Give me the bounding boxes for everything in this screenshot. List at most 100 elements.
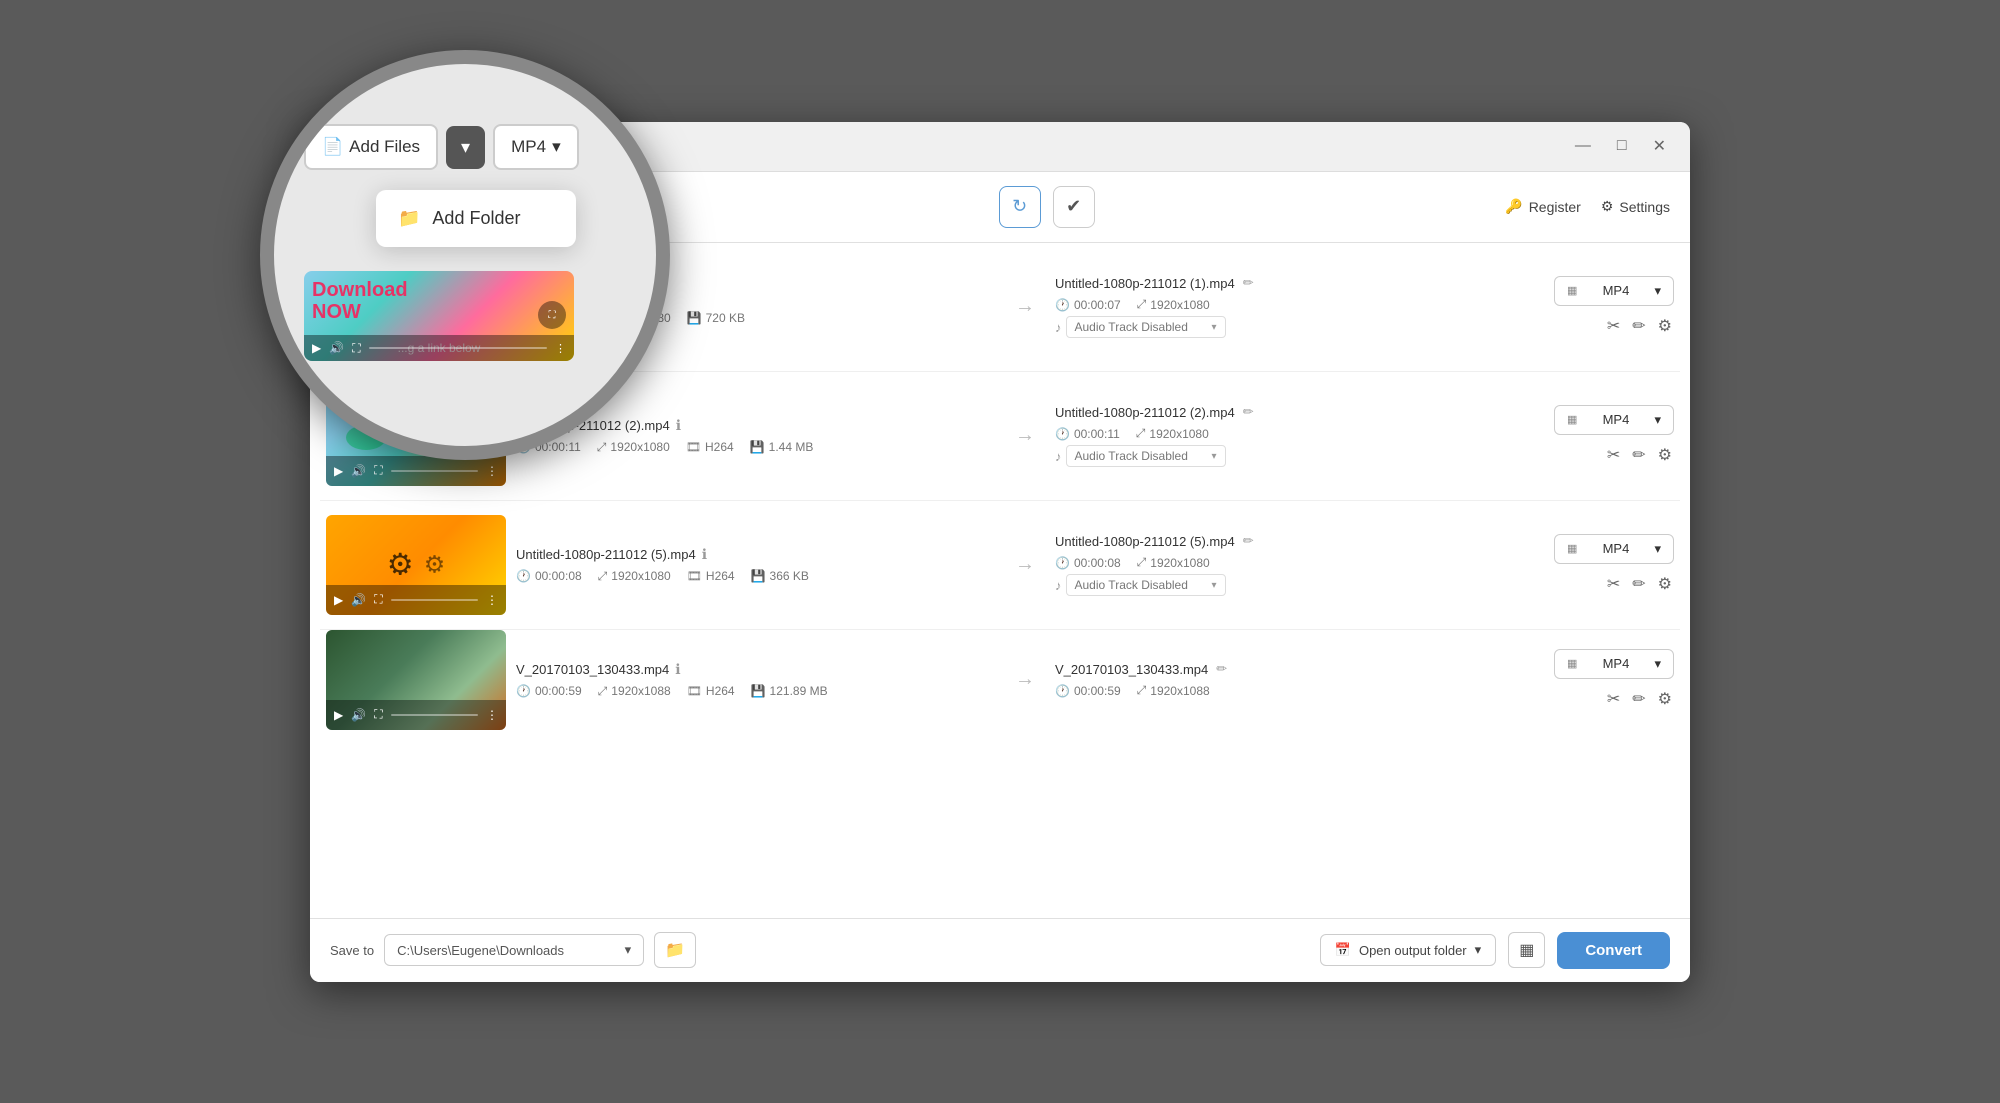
clock-icon: 🕐 — [1055, 298, 1070, 312]
cut-icon-btn[interactable]: ✂ — [1605, 443, 1622, 467]
output-format-btn[interactable]: ▦ MP4 ▾ — [1554, 649, 1674, 679]
check-button[interactable]: ✔ — [1053, 186, 1095, 228]
add-folder-dropdown: 📁 Add Folder — [376, 190, 576, 247]
edit-action-btn[interactable]: ✏ — [1630, 687, 1647, 711]
arrow-col: → — [1005, 553, 1045, 576]
info-icon[interactable]: ℹ — [702, 546, 707, 563]
out-resolution: 1920x1080 — [1150, 556, 1209, 570]
output-folder-arrow: ▾ — [1475, 942, 1482, 958]
format-col: ▦ MP4 ▾ ✂ ✏ ⚙ — [1544, 405, 1674, 467]
file-size: 1.44 MB — [769, 440, 814, 454]
cut-icon-btn[interactable]: ✂ — [1605, 314, 1622, 338]
path-dropdown-arrow: ▾ — [625, 942, 632, 958]
format-label: MP4 — [1603, 412, 1630, 427]
more-icon[interactable]: ⋮ — [486, 708, 498, 722]
play-icon[interactable]: ▶ — [334, 464, 343, 478]
convert-button[interactable]: Convert — [1557, 932, 1670, 969]
cut-icon-btn[interactable]: ✂ — [1605, 572, 1622, 596]
file-size: 121.89 MB — [770, 684, 828, 698]
out-resolution: 1920x1080 — [1149, 427, 1208, 441]
refresh-button[interactable]: ↻ — [999, 186, 1041, 228]
duration: 00:00:59 — [535, 684, 582, 698]
mag-add-files-btn[interactable]: 📄 Add Files — [304, 124, 438, 170]
mag-format-btn[interactable]: MP4 ▾ — [493, 124, 579, 170]
settings-button[interactable]: ⚙ Settings — [1601, 198, 1670, 215]
titlebar-controls: — □ ✕ — [1567, 132, 1674, 160]
format-label: MP4 — [1603, 541, 1630, 556]
minimize-btn[interactable]: — — [1567, 132, 1599, 160]
folder-icon: 📁 — [398, 208, 420, 229]
open-output-folder-button[interactable]: 📅 Open output folder ▾ — [1320, 934, 1496, 966]
check-icon: ✔ — [1066, 196, 1081, 217]
edit-icon[interactable]: ✏ — [1216, 661, 1227, 677]
edit-icon[interactable]: ✏ — [1243, 275, 1254, 291]
settings-action-btn[interactable]: ⚙ — [1656, 443, 1674, 467]
arrow-col: → — [1005, 668, 1045, 691]
edit-action-btn[interactable]: ✏ — [1630, 443, 1647, 467]
chevron-down-icon: ▾ — [1211, 451, 1216, 462]
file-size: 720 KB — [706, 311, 745, 325]
settings-action-btn[interactable]: ⚙ — [1656, 687, 1674, 711]
info-icon[interactable]: ℹ — [676, 417, 681, 434]
magnifier-circle: 📄 Add Files ▾ MP4 ▾ 📁 Add Folder — [260, 50, 670, 460]
source-info: ...d-1080p-211012 (2).mp4 ℹ 🕐 00:00:11 ⤢… — [516, 417, 995, 455]
save-to-label: Save to — [330, 943, 374, 958]
out-duration: 00:00:11 — [1074, 427, 1120, 441]
resize-icon: ⤢ — [1137, 683, 1147, 698]
close-btn[interactable]: ✕ — [1645, 132, 1674, 160]
open-folder-icon: 📁 — [665, 942, 685, 959]
audio-track-label: Audio Track Disabled — [1075, 578, 1188, 592]
fullscreen-icon[interactable]: ⛶ — [374, 592, 382, 607]
edit-action-btn[interactable]: ✏ — [1630, 314, 1647, 338]
out-resolution: 1920x1080 — [1150, 298, 1209, 312]
audio-track-select[interactable]: Audio Track Disabled ▾ — [1066, 445, 1226, 467]
audio-track-select[interactable]: Audio Track Disabled ▾ — [1066, 316, 1226, 338]
codec: H264 — [705, 440, 734, 454]
mag-dropdown-arrow-btn[interactable]: ▾ — [446, 126, 485, 169]
output-format-btn[interactable]: ▦ MP4 ▾ — [1554, 405, 1674, 435]
output-format-btn[interactable]: ▦ MP4 ▾ — [1554, 276, 1674, 306]
edit-icon[interactable]: ✏ — [1243, 533, 1254, 549]
save-to-section: Save to C:\Users\Eugene\Downloads ▾ 📁 — [330, 932, 696, 968]
file-size: 366 KB — [770, 569, 809, 583]
clock-icon: 🕐 — [1055, 684, 1070, 698]
format-col: ▦ MP4 ▾ ✂ ✏ ⚙ — [1544, 276, 1674, 338]
browse-folder-button[interactable]: 📁 — [654, 932, 696, 968]
register-button[interactable]: 🔑 Register — [1505, 198, 1581, 215]
more-icon[interactable]: ⋮ — [486, 464, 498, 478]
volume-icon[interactable]: 🔊 — [351, 708, 366, 722]
volume-icon[interactable]: 🔊 — [351, 464, 366, 478]
play-icon[interactable]: ▶ — [334, 708, 343, 722]
storage-icon: 💾 — [751, 684, 766, 698]
refresh-icon: ↻ — [1012, 196, 1027, 217]
more-icon[interactable]: ⋮ — [486, 593, 498, 607]
output-folder-label: Open output folder — [1359, 943, 1467, 958]
edit-icon[interactable]: ✏ — [1243, 404, 1254, 420]
audio-track-select[interactable]: Audio Track Disabled ▾ — [1066, 574, 1226, 596]
edit-action-btn[interactable]: ✏ — [1630, 572, 1647, 596]
clock-icon: 🕐 — [516, 569, 531, 583]
fullscreen-icon[interactable]: ⛶ — [374, 707, 382, 722]
calendar-icon: 📅 — [1335, 942, 1351, 958]
settings-action-btn[interactable]: ⚙ — [1656, 314, 1674, 338]
resize-icon: ⤢ — [597, 440, 607, 455]
volume-icon[interactable]: 🔊 — [351, 593, 366, 607]
key-icon: 🔑 — [1505, 198, 1522, 215]
grid-icon: ▦ — [1519, 940, 1534, 960]
maximize-btn[interactable]: □ — [1609, 132, 1635, 160]
settings-action-btn[interactable]: ⚙ — [1656, 572, 1674, 596]
output-info: Untitled-1080p-211012 (1).mp4 ✏ 🕐 00:00:… — [1055, 275, 1534, 338]
save-path-input[interactable]: C:\Users\Eugene\Downloads ▾ — [384, 934, 644, 966]
out-duration: 00:00:08 — [1074, 556, 1121, 570]
fullscreen-icon[interactable]: ⛶ — [374, 463, 382, 478]
clock-icon: 🕐 — [1055, 556, 1070, 570]
play-icon[interactable]: ▶ — [334, 593, 343, 607]
output-format-btn[interactable]: ▦ MP4 ▾ — [1554, 534, 1674, 564]
codec-icon: 🎞 — [687, 684, 702, 698]
grid-view-button[interactable]: ▦ — [1508, 932, 1545, 968]
format-label: MP4 — [1603, 656, 1630, 671]
info-icon[interactable]: ℹ — [675, 661, 680, 678]
cut-icon-btn[interactable]: ✂ — [1605, 687, 1622, 711]
add-folder-item[interactable]: 📁 Add Folder — [382, 196, 570, 241]
music-note-icon: ♪ — [1055, 320, 1062, 335]
